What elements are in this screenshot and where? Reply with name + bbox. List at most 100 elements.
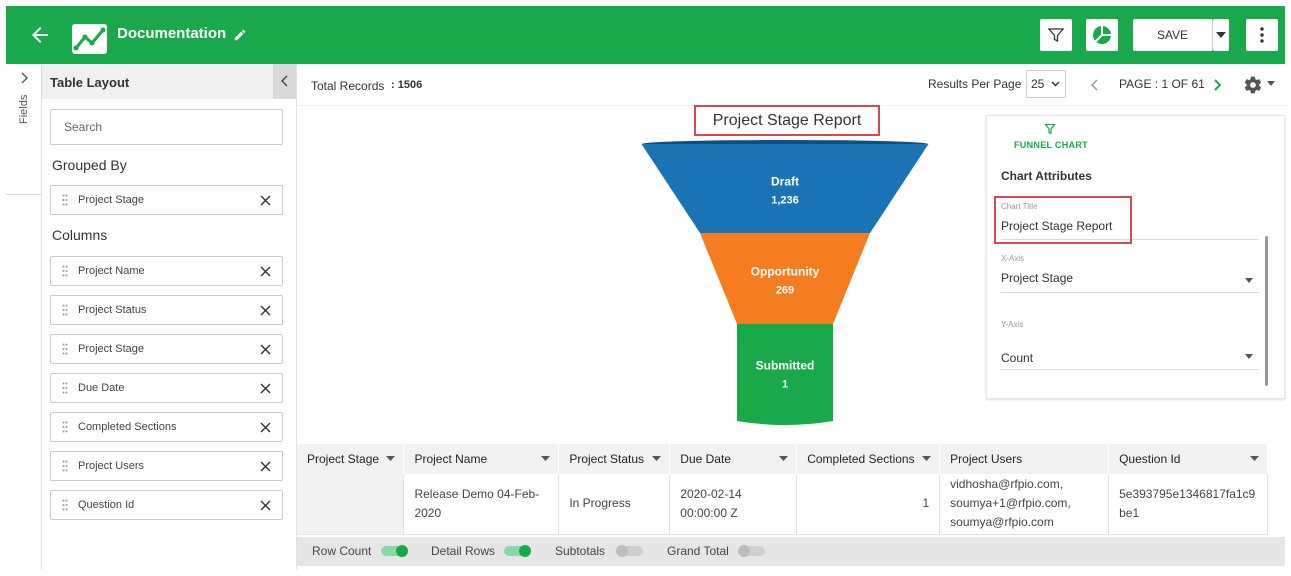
close-icon[interactable] — [260, 344, 271, 355]
column-field-item[interactable]: Completed Sections — [50, 412, 283, 442]
y-axis-select[interactable]: Y-Axis Count — [1001, 320, 1259, 370]
caret-down-icon[interactable] — [1267, 81, 1275, 86]
total-records-value: : 1506 — [391, 79, 423, 91]
close-icon[interactable] — [260, 305, 271, 316]
pie-chart-icon — [1093, 26, 1111, 44]
close-icon[interactable] — [260, 383, 271, 394]
column-header[interactable]: Project Users — [939, 444, 1110, 474]
drag-handle-icon[interactable] — [62, 304, 68, 316]
report-table: Project Stage Project Name Project Statu… — [297, 444, 1268, 535]
panel-header: Table Layout — [42, 64, 296, 99]
column-header[interactable]: Project Name — [403, 444, 560, 474]
funnel-segment-submitted[interactable] — [737, 324, 833, 425]
close-icon[interactable] — [260, 461, 271, 472]
line-chart-icon — [73, 27, 106, 51]
table-row[interactable]: Release Demo 04-Feb-2020 In Progress 202… — [297, 474, 1268, 535]
column-header[interactable]: Question Id — [1108, 444, 1268, 474]
caret-down-icon — [1245, 278, 1253, 283]
funnel-category-label: Opportunity — [751, 265, 820, 279]
grand-total-toggle[interactable] — [738, 545, 765, 557]
next-page-icon[interactable] — [1214, 79, 1222, 91]
column-field-item[interactable]: Project Users — [50, 451, 283, 481]
filter-icon — [1048, 28, 1064, 43]
detail-rows-label: Detail Rows — [431, 544, 496, 558]
grand-total-label: Grand Total — [667, 544, 729, 558]
column-header[interactable]: Completed Sections — [796, 444, 941, 474]
chevron-right-icon[interactable] — [18, 72, 30, 84]
chart-type-label[interactable]: FUNNEL CHART — [1014, 140, 1088, 150]
gear-icon[interactable] — [1243, 75, 1263, 95]
funnel-category-label: Submitted — [756, 359, 815, 373]
column-field-item[interactable]: Question Id — [50, 490, 283, 520]
cell-completed-sections: 1 — [796, 474, 941, 535]
drag-handle-icon[interactable] — [62, 382, 68, 394]
funnel-segment-opportunity[interactable] — [700, 233, 870, 327]
table-footer-bar: Row Count Detail Rows Subtotals Grand To… — [297, 537, 1285, 566]
more-options-button[interactable] — [1246, 19, 1278, 51]
close-icon[interactable] — [260, 500, 271, 511]
caret-down-icon[interactable] — [779, 456, 789, 461]
page-indicator: PAGE : 1 OF 61 — [1119, 77, 1205, 91]
column-field-item[interactable]: Project Status — [50, 295, 283, 325]
column-field-item[interactable]: Project Name — [50, 256, 283, 286]
cell-project-stage — [297, 474, 405, 535]
search-input[interactable]: Search — [50, 109, 283, 145]
results-per-page-select[interactable]: 25 — [1026, 70, 1066, 98]
pencil-edit-icon[interactable] — [233, 28, 247, 42]
drag-handle-icon[interactable] — [62, 343, 68, 355]
detail-rows-toggle[interactable] — [504, 545, 531, 557]
fields-rail: Fields — [6, 64, 42, 570]
project-user: vidhosha@rfpio.com, — [950, 477, 1064, 492]
caret-down-icon[interactable] — [652, 456, 662, 461]
close-icon[interactable] — [260, 266, 271, 277]
columns-label: Columns — [52, 227, 108, 243]
x-axis-select[interactable]: X-Axis Project Stage — [1001, 254, 1259, 293]
config-scrollbar[interactable] — [1265, 236, 1268, 386]
subtotals-label: Subtotals — [555, 544, 606, 558]
funnel-segment-draft[interactable] — [641, 144, 929, 236]
close-icon[interactable] — [260, 422, 271, 433]
toggle-knob — [396, 545, 408, 557]
field-label: Project Stage — [78, 343, 145, 355]
toggle-knob — [616, 545, 628, 557]
chart-config-panel: FUNNEL CHART Chart Attributes Chart Titl… — [986, 115, 1285, 399]
drag-handle-icon[interactable] — [62, 460, 68, 472]
drag-handle-icon[interactable] — [62, 499, 68, 511]
field-label: Project Stage — [78, 194, 145, 206]
caret-down-icon[interactable] — [541, 456, 551, 461]
field-label: Project Users — [78, 460, 145, 472]
save-button[interactable]: SAVE — [1133, 19, 1213, 51]
filter-button[interactable] — [1040, 19, 1072, 51]
app-logo — [72, 24, 107, 54]
back-arrow-icon[interactable] — [28, 23, 52, 47]
subtotals-toggle[interactable] — [616, 545, 643, 557]
column-field-item[interactable]: Project Stage — [50, 334, 283, 364]
top-bar: Documentation SAVE — [6, 6, 1285, 64]
kebab-menu-icon — [1260, 27, 1264, 43]
chart-toggle-button[interactable] — [1086, 19, 1118, 51]
drag-handle-icon[interactable] — [62, 421, 68, 433]
column-field-item[interactable]: Due Date — [50, 373, 283, 403]
caret-down-icon[interactable] — [922, 456, 932, 461]
y-axis-field-label: Y-Axis — [1001, 320, 1024, 329]
collapse-panel-button[interactable] — [273, 64, 296, 99]
funnel-category-label: Draft — [771, 175, 799, 189]
project-user: soumya@rfpio.com — [950, 515, 1054, 530]
column-header[interactable]: Project Status — [558, 444, 671, 474]
close-icon[interactable] — [260, 195, 271, 206]
field-label: Project Name — [78, 265, 145, 277]
row-count-toggle[interactable] — [381, 545, 408, 557]
caret-down-icon[interactable] — [1250, 456, 1259, 461]
caret-down-icon[interactable] — [386, 456, 396, 461]
results-per-page-label: Results Per Page — [928, 77, 1022, 91]
drag-handle-icon[interactable] — [62, 265, 68, 277]
previous-page-icon[interactable] — [1090, 79, 1098, 91]
funnel-chart-icon[interactable] — [1045, 124, 1055, 134]
fields-tab[interactable]: Fields — [18, 95, 30, 124]
save-options-button[interactable] — [1213, 19, 1229, 51]
column-header[interactable]: Due Date — [669, 444, 798, 474]
column-header[interactable]: Project Stage — [297, 444, 405, 474]
grouped-field-item[interactable]: Project Stage — [50, 185, 283, 215]
drag-handle-icon[interactable] — [62, 194, 68, 206]
toggle-knob — [519, 545, 531, 557]
